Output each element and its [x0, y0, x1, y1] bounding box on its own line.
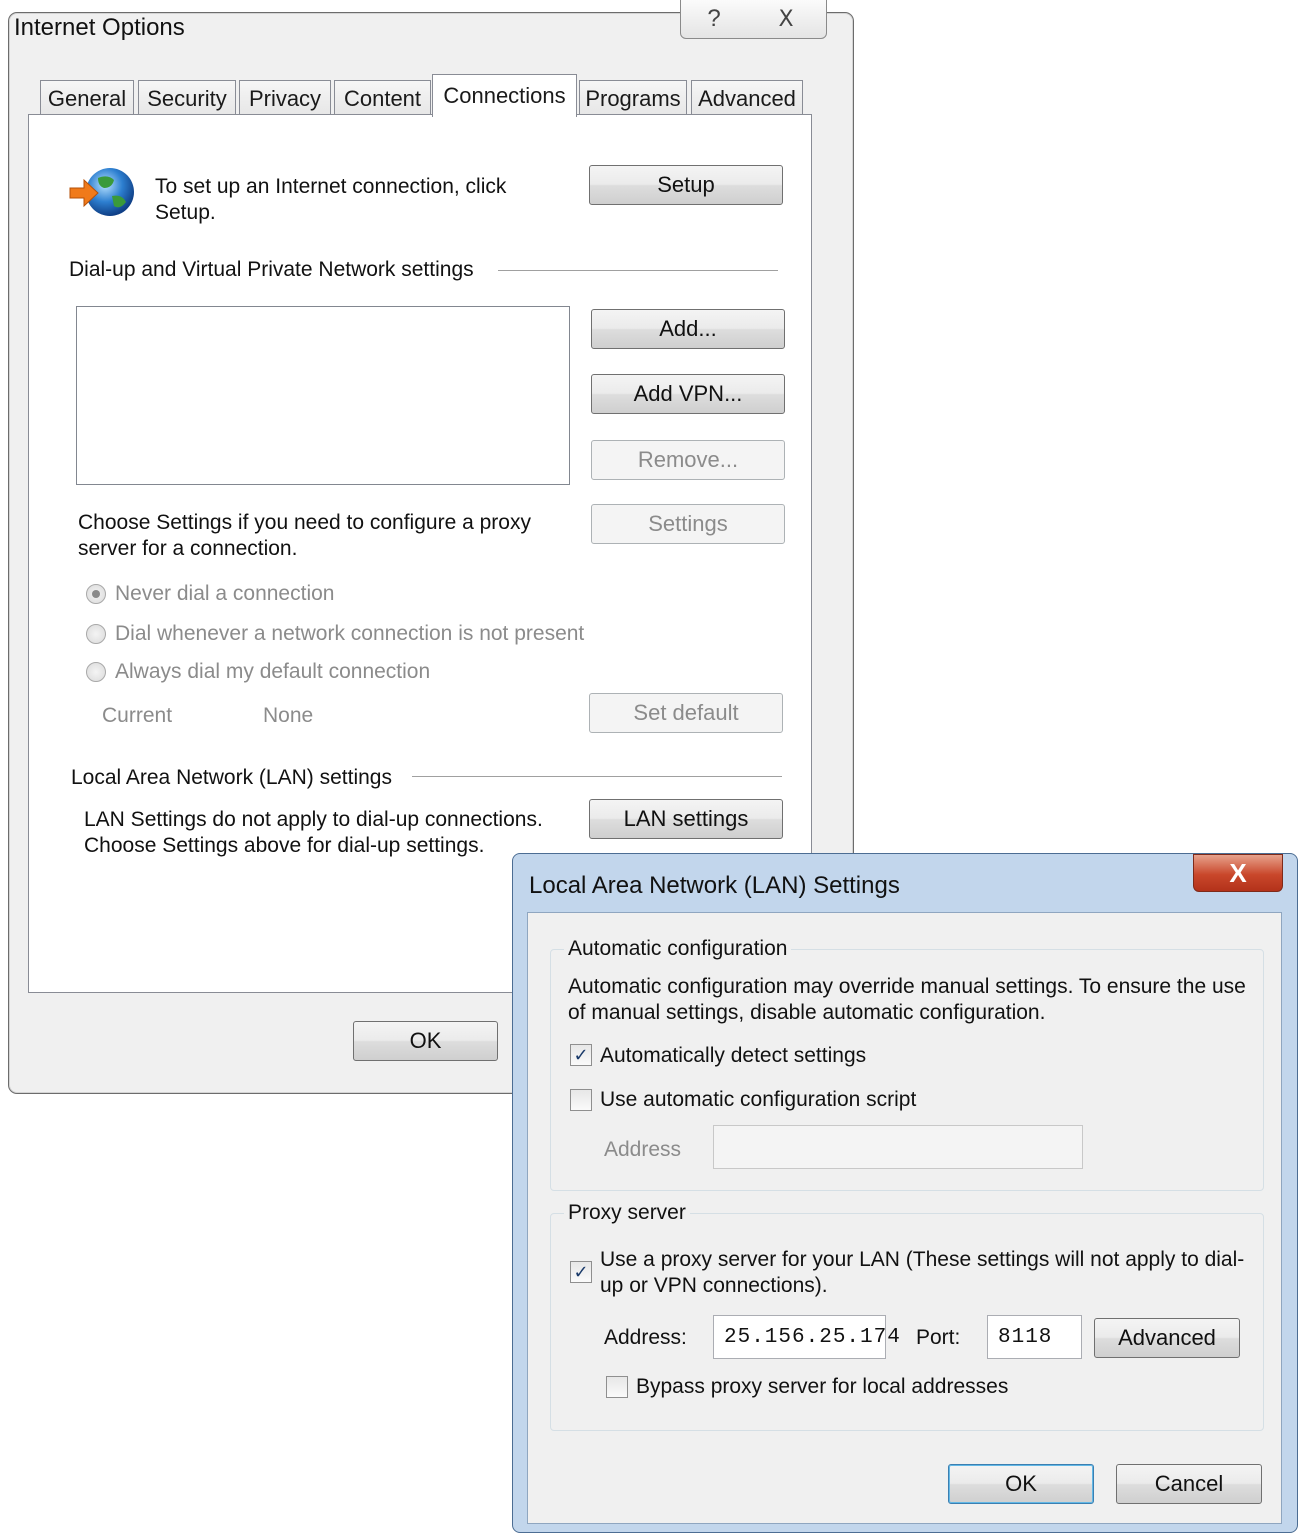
proxy-port-input[interactable]: 8118 — [987, 1315, 1082, 1359]
tab-general[interactable]: General — [40, 80, 134, 116]
auto-detect-checkbox[interactable]: ✓ — [570, 1044, 592, 1066]
dialup-group-label: Dial-up and Virtual Private Network sett… — [69, 258, 474, 281]
auto-detect-label: Automatically detect settings — [600, 1044, 867, 1067]
close-icon: X — [778, 6, 794, 32]
lan-description: LAN Settings do not apply to dial-up con… — [84, 808, 543, 857]
globe-network-icon — [69, 168, 134, 216]
lan-cancel-button[interactable]: Cancel — [1116, 1464, 1262, 1504]
proxy-address-input[interactable]: 25.156.25.174 — [713, 1315, 900, 1359]
radio-dial-whenever[interactable] — [86, 624, 106, 644]
lan-ok-button[interactable]: OK — [948, 1464, 1094, 1504]
tab-label: Content — [343, 85, 422, 111]
auto-config-legend: Automatic configuration — [564, 937, 792, 961]
proxy-hint: Choose Settings if you need to configure… — [78, 511, 531, 560]
check-mark-icon: ✓ — [573, 1261, 589, 1282]
proxy-advanced-button[interactable]: Advanced — [1094, 1318, 1240, 1358]
tab-label: General — [47, 85, 127, 111]
settings-button[interactable]: Settings — [591, 504, 785, 544]
auto-script-label: Use automatic configuration script — [600, 1088, 917, 1111]
proxy-port-label: Port: — [916, 1326, 961, 1349]
group-divider — [412, 776, 782, 777]
remove-button[interactable]: Remove... — [591, 440, 785, 480]
radio-always-dial-label: Always dial my default connection — [115, 660, 431, 683]
radio-never-dial[interactable] — [86, 584, 106, 604]
script-address-input[interactable] — [713, 1125, 1083, 1169]
auto-config-description: Automatic configuration may override man… — [568, 975, 1246, 1024]
tab-label: Privacy — [248, 85, 322, 111]
tab-label: Programs — [585, 85, 681, 111]
internet-options-title: Internet Options — [14, 14, 185, 41]
script-address-label: Address — [604, 1138, 682, 1161]
tab-privacy[interactable]: Privacy — [239, 80, 331, 116]
current-value: None — [263, 704, 314, 727]
help-icon: ? — [707, 5, 721, 32]
radio-never-dial-label: Never dial a connection — [115, 582, 335, 605]
tab-content[interactable]: Content — [334, 80, 431, 116]
tab-connections[interactable]: Connections — [432, 74, 577, 117]
close-icon: X — [1229, 857, 1247, 888]
proxy-server-legend: Proxy server — [564, 1201, 690, 1225]
lan-settings-title: Local Area Network (LAN) Settings — [529, 872, 900, 899]
tab-security[interactable]: Security — [138, 80, 236, 116]
tab-label: Connections — [443, 83, 566, 108]
group-divider — [498, 270, 778, 271]
auto-script-checkbox[interactable] — [570, 1089, 592, 1111]
lan-settings-button[interactable]: LAN settings — [589, 799, 783, 839]
lan-group-label: Local Area Network (LAN) settings — [71, 766, 392, 789]
setup-button[interactable]: Setup — [589, 165, 783, 205]
lan-close-button[interactable]: X — [1193, 854, 1283, 892]
set-default-button[interactable]: Set default — [589, 693, 783, 733]
proxy-address-label: Address: — [604, 1326, 687, 1349]
help-button[interactable]: ? — [680, 0, 748, 39]
tab-advanced[interactable]: Advanced — [691, 80, 803, 116]
close-button[interactable]: X — [746, 0, 827, 39]
add-vpn-button[interactable]: Add VPN... — [591, 374, 785, 414]
bypass-local-checkbox[interactable] — [606, 1376, 628, 1398]
check-mark-icon: ✓ — [573, 1044, 589, 1065]
radio-always-dial[interactable] — [86, 662, 106, 682]
connections-list[interactable] — [76, 306, 570, 485]
io-ok-button[interactable]: OK — [353, 1021, 498, 1061]
use-proxy-checkbox[interactable]: ✓ — [570, 1261, 592, 1283]
tab-programs[interactable]: Programs — [579, 80, 687, 116]
lan-settings-window: Local Area Network (LAN) Settings X Auto… — [512, 853, 1298, 1533]
tab-label: Advanced — [698, 85, 796, 111]
current-label: Current — [102, 704, 173, 727]
tab-label: Security — [147, 85, 227, 111]
add-button[interactable]: Add... — [591, 309, 785, 349]
use-proxy-label: Use a proxy server for your LAN (These s… — [600, 1248, 1245, 1297]
radio-dial-whenever-label: Dial whenever a network connection is no… — [115, 622, 585, 645]
setup-description: To set up an Internet connection, click … — [155, 175, 507, 224]
bypass-local-label: Bypass proxy server for local addresses — [636, 1375, 1009, 1398]
lan-settings-body: Automatic configuration Automatic config… — [527, 912, 1282, 1524]
